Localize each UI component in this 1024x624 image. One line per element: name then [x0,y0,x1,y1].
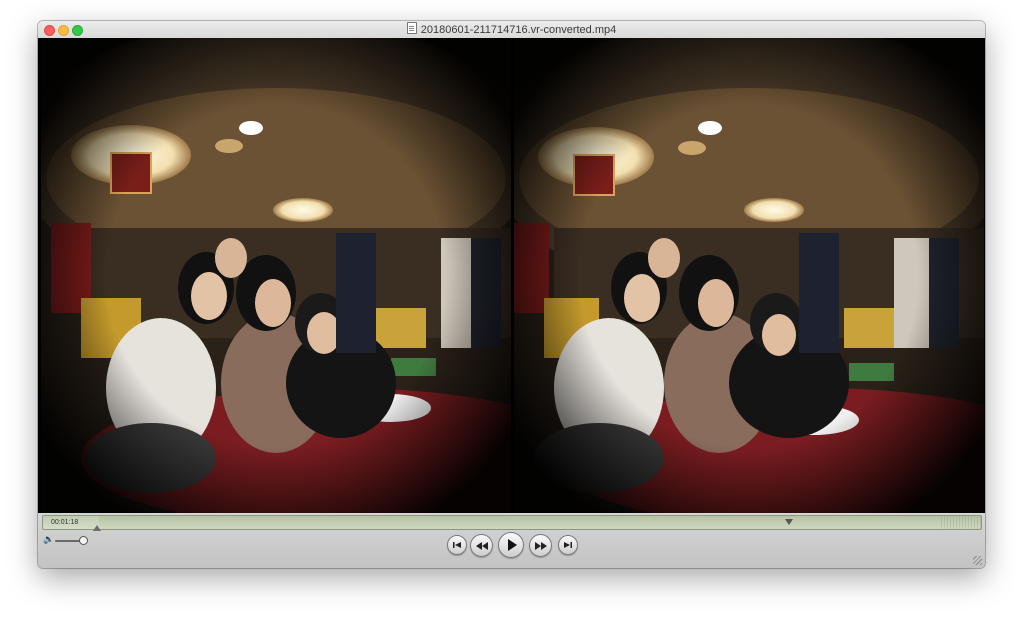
vr-right-eye-frame [514,38,984,513]
volume-icon[interactable]: 🔈 [43,534,54,545]
window-title: 20180601-211714716.vr-converted.mp4 [420,24,617,36]
video-area[interactable] [38,38,985,513]
fast-forward-button[interactable] [529,534,552,557]
play-button[interactable] [498,532,524,558]
document-icon [406,22,417,34]
skip-forward-icon [564,542,572,548]
go-to-start-button[interactable] [447,535,467,555]
rewind-button[interactable] [470,534,493,557]
current-time: 00:01:18 [51,519,79,526]
go-to-end-button[interactable] [558,535,578,555]
rewind-icon [475,541,488,550]
title-bar[interactable]: 20180601-211714716.vr-converted.mp4 [38,21,985,39]
fast-forward-icon [534,541,547,550]
vr-left-eye-frame [41,38,511,513]
timeline-marker[interactable] [785,519,793,525]
volume-knob[interactable] [79,536,88,545]
timeline-scrubber[interactable]: 00:01:18 [42,515,982,531]
playback-controls: 00:01:18 🔈 [38,513,985,568]
window-title-container: 20180601-211714716.vr-converted.mp4 [38,22,985,38]
playhead-handle[interactable] [93,525,101,531]
play-icon [507,539,517,551]
resize-grip[interactable] [973,556,982,565]
player-window: 20180601-211714716.vr-converted.mp4 00:0… [38,21,985,568]
timeline-hatch [941,516,981,529]
skip-back-icon [453,542,461,548]
